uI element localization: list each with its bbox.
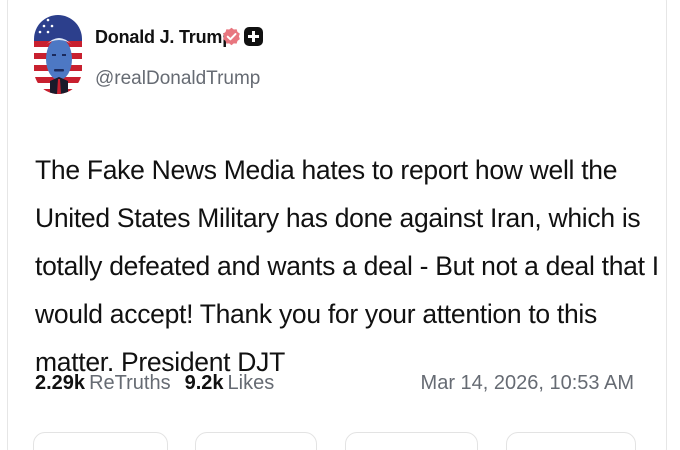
likes-count: 9.2k <box>184 372 224 394</box>
author-handle[interactable]: @realDonaldTrump <box>95 68 260 90</box>
like-button[interactable] <box>345 432 478 450</box>
post-timestamp[interactable]: Mar 14, 2026, 10:53 AM <box>421 372 634 395</box>
retruth-button[interactable] <box>195 432 317 450</box>
post-text: The Fake News Media hates to report how … <box>35 155 659 377</box>
reply-button[interactable] <box>33 432 168 450</box>
post-stats: 2.29k ReTruths 9.2k Likes <box>35 372 274 395</box>
plus-badge-icon <box>244 27 263 46</box>
verified-badge-icon <box>223 27 240 46</box>
retruths-stat[interactable]: 2.29k ReTruths <box>35 372 171 394</box>
retruths-label: ReTruths <box>89 372 171 394</box>
author-name[interactable]: Donald J. Trump <box>95 27 233 48</box>
share-button[interactable] <box>506 432 636 450</box>
avatar[interactable] <box>34 15 82 94</box>
post-card: Donald J. Trump @realDonaldTrump The Fak… <box>7 0 667 450</box>
avatar-image <box>34 15 82 94</box>
likes-label: Likes <box>227 372 275 394</box>
retruths-count: 2.29k <box>35 372 86 394</box>
likes-stat[interactable]: 9.2k Likes <box>185 372 275 394</box>
